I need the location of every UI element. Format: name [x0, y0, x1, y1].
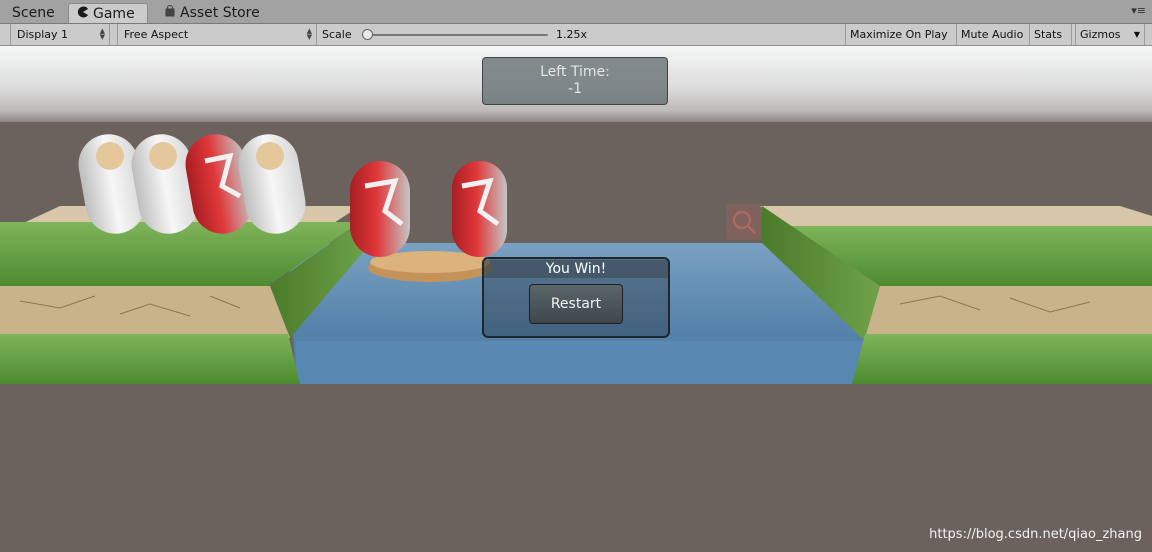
maximize-on-play-toggle[interactable]: Maximize On Play	[845, 24, 957, 45]
scale-slider-thumb[interactable]	[362, 29, 373, 40]
devil-figure	[452, 161, 507, 257]
time-label: Left Time:	[540, 64, 610, 80]
game-viewport[interactable]: Left Time: -1 You Win! Restart https://b…	[0, 46, 1152, 552]
chevron-down-icon: ▼	[1133, 30, 1140, 39]
dropdown-arrows-icon: ▲ ▼	[99, 27, 105, 41]
scale-value: 1.25x	[556, 28, 588, 41]
tab-scene-label: Scene	[12, 5, 55, 21]
pacman-icon	[77, 4, 89, 24]
devil-figure	[350, 161, 410, 257]
tab-asset-store[interactable]: Asset Store	[156, 3, 268, 23]
gizmos-dropdown[interactable]: Gizmos ▼	[1075, 24, 1145, 45]
dropdown-arrows-icon: ▲ ▼	[306, 27, 312, 41]
tab-asset-store-label: Asset Store	[180, 5, 260, 21]
aspect-dropdown-label: Free Aspect	[124, 28, 189, 41]
game-toolbar: Display 1 ▲ ▼ Free Aspect ▲ ▼ Scale 1.25x …	[0, 24, 1152, 46]
tab-game-label: Game	[93, 6, 135, 22]
win-title: You Win!	[484, 260, 668, 278]
watermark: https://blog.csdn.net/qiao_zhang	[929, 527, 1142, 542]
restart-button[interactable]: Restart	[529, 284, 623, 324]
store-bag-icon	[164, 3, 176, 23]
time-panel: Left Time: -1	[482, 57, 668, 105]
gizmos-label: Gizmos	[1080, 28, 1121, 41]
panel-menu-icon[interactable]: ▾≡	[1131, 5, 1146, 17]
tab-scene[interactable]: Scene	[4, 3, 63, 23]
display-dropdown-label: Display 1	[17, 28, 69, 41]
editor-tab-strip: Scene Game Asset Store ▾≡	[0, 0, 1152, 24]
time-value: -1	[568, 81, 582, 97]
stats-toggle[interactable]: Stats	[1030, 24, 1072, 45]
aspect-dropdown[interactable]: Free Aspect ▲ ▼	[117, 24, 317, 45]
win-dialog: You Win! Restart	[482, 257, 670, 338]
search-icon	[726, 204, 762, 240]
tab-game[interactable]: Game	[68, 3, 148, 23]
display-dropdown[interactable]: Display 1 ▲ ▼	[10, 24, 110, 45]
scale-slider-track[interactable]	[370, 34, 548, 36]
mute-audio-toggle[interactable]: Mute Audio	[957, 24, 1030, 45]
